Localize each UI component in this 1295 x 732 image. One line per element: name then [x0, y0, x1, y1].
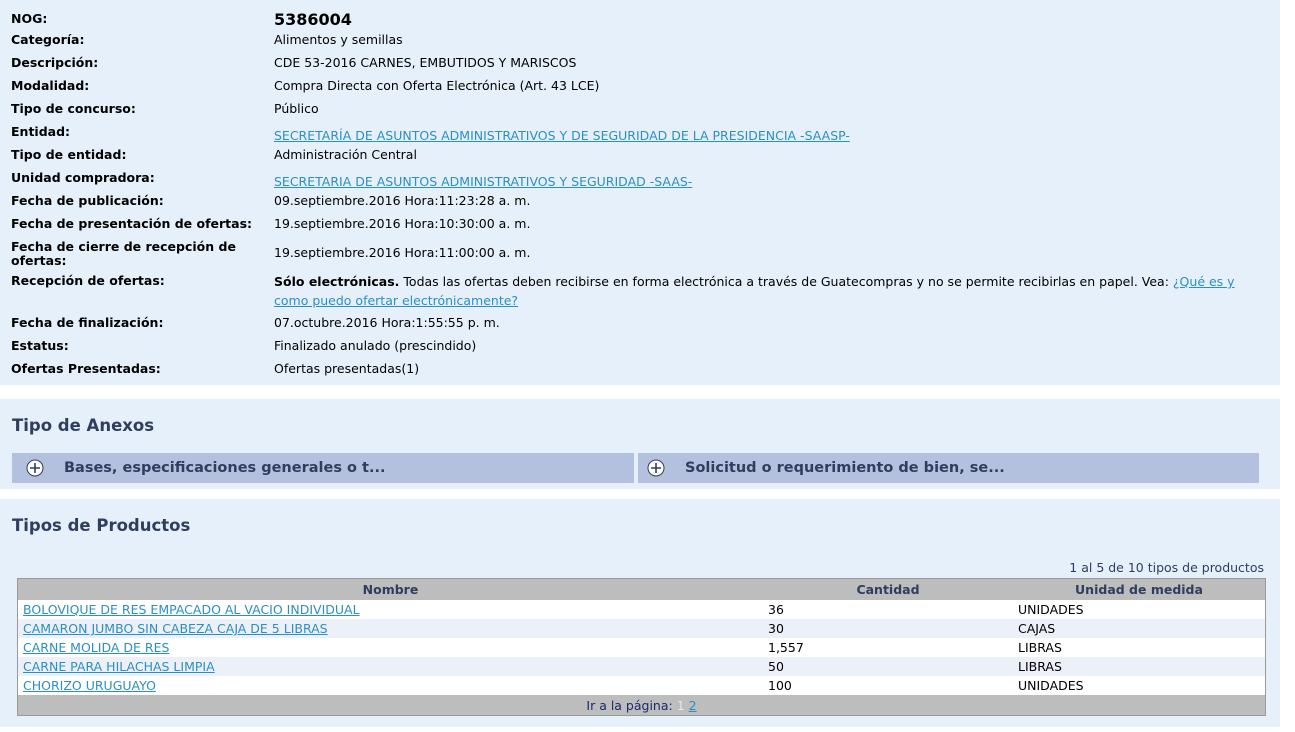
- unidad-cell: LIBRAS: [1013, 657, 1266, 676]
- value-nog: 5386004: [274, 10, 352, 29]
- unidad-compradora-link[interactable]: SECRETARIA DE ASUNTOS ADMINISTRATIVOS Y …: [274, 174, 692, 189]
- pager: Ir a la página: 1 2: [17, 695, 1266, 716]
- header-nombre[interactable]: Nombre: [17, 578, 763, 600]
- unidad-cell: CAJAS: [1013, 619, 1266, 638]
- cantidad-cell: 36: [763, 600, 1013, 619]
- label-tipo-concurso: Tipo de concurso:: [11, 101, 136, 116]
- label-nog: NOG:: [11, 11, 48, 26]
- value-estatus: Finalizado anulado (prescindido): [274, 338, 477, 353]
- label-unidad-compradora: Unidad compradora:: [11, 170, 155, 185]
- unidad-cell: UNIDADES: [1013, 676, 1266, 695]
- productos-panel: Tipos de Productos 1 al 5 de 10 tipos de…: [0, 499, 1280, 727]
- value-tipo-concurso: Público: [274, 101, 319, 116]
- producto-link[interactable]: CARNE PARA HILACHAS LIMPIA: [23, 659, 215, 674]
- label-categoria: Categoría:: [11, 32, 85, 47]
- value-ofertas: Ofertas presentadas(1): [274, 361, 420, 376]
- producto-link[interactable]: CARNE MOLIDA DE RES: [23, 640, 169, 655]
- table-row: CHORIZO URUGUAYO 100 UNIDADES: [17, 676, 1266, 695]
- unidad-cell: LIBRAS: [1013, 638, 1266, 657]
- productos-count: 1 al 5 de 10 tipos de productos: [1069, 560, 1264, 575]
- value-fecha-presentacion: 19.septiembre.2016 Hora:10:30:00 a. m.: [274, 216, 531, 231]
- label-ofertas: Ofertas Presentadas:: [11, 361, 161, 376]
- label-entidad: Entidad:: [11, 124, 71, 139]
- tender-info-panel: NOG: 5386004 Categoría: Alimentos y semi…: [0, 0, 1280, 385]
- productos-table: Nombre Cantidad Unidad de medida BOLOVIQ…: [17, 578, 1266, 716]
- label-fecha-publicacion: Fecha de publicación:: [11, 193, 164, 208]
- table-row: CARNE PARA HILACHAS LIMPIA 50 LIBRAS: [17, 657, 1266, 676]
- table-row: CARNE MOLIDA DE RES 1,557 LIBRAS: [17, 638, 1266, 657]
- entidad-link[interactable]: SECRETARÍA DE ASUNTOS ADMINISTRATIVOS Y …: [274, 128, 850, 143]
- value-fecha-publicacion: 09.septiembre.2016 Hora:11:23:28 a. m.: [274, 193, 531, 208]
- plus-circle-icon: [647, 459, 665, 477]
- value-fecha-finalizacion: 07.octubre.2016 Hora:1:55:55 p. m.: [274, 315, 500, 330]
- anexo-bases-label: Bases, especificaciones generales o t...: [64, 460, 386, 476]
- label-modalidad: Modalidad:: [11, 78, 90, 93]
- anexo-solicitud-accordion[interactable]: Solicitud o requerimiento de bien, se...: [638, 453, 1259, 483]
- pager-page-link[interactable]: 2: [689, 698, 697, 713]
- value-fecha-cierre: 19.septiembre.2016 Hora:11:00:00 a. m.: [274, 245, 531, 260]
- label-descripcion: Descripción:: [11, 55, 99, 70]
- table-header-row: Nombre Cantidad Unidad de medida: [17, 578, 1266, 600]
- productos-title: Tipos de Productos: [12, 516, 191, 535]
- producto-link[interactable]: BOLOVIQUE DE RES EMPACADO AL VACIO INDIV…: [23, 602, 360, 617]
- plus-circle-icon: [26, 459, 44, 477]
- recepcion-text: Todas las ofertas deben recibirse en for…: [403, 274, 1169, 289]
- value-categoria: Alimentos y semillas: [274, 32, 403, 47]
- header-unidad[interactable]: Unidad de medida: [1013, 578, 1266, 600]
- label-estatus: Estatus:: [11, 338, 69, 353]
- header-cantidad[interactable]: Cantidad: [763, 578, 1013, 600]
- pager-row: Ir a la página: 1 2: [17, 695, 1266, 716]
- anexo-solicitud-label: Solicitud o requerimiento de bien, se...: [685, 460, 1005, 476]
- value-recepcion: Sólo electrónicas. Todas las ofertas deb…: [274, 272, 1249, 310]
- label-fecha-cierre: Fecha de cierre de recepción de ofertas:: [11, 239, 236, 268]
- producto-link[interactable]: CAMARON JUMBO SIN CABEZA CAJA DE 5 LIBRA…: [23, 621, 328, 636]
- label-tipo-entidad: Tipo de entidad:: [11, 147, 127, 162]
- cantidad-cell: 50: [763, 657, 1013, 676]
- label-fecha-presentacion: Fecha de presentación de ofertas:: [11, 216, 253, 231]
- recepcion-bold: Sólo electrónicas.: [274, 274, 400, 289]
- value-modalidad: Compra Directa con Oferta Electrónica (A…: [274, 78, 600, 93]
- cantidad-cell: 1,557: [763, 638, 1013, 657]
- pager-label: Ir a la página:: [586, 697, 673, 713]
- pager-page-current: 1: [676, 697, 685, 713]
- anexo-bases-accordion[interactable]: Bases, especificaciones generales o t...: [12, 453, 634, 483]
- producto-link[interactable]: CHORIZO URUGUAYO: [23, 678, 156, 693]
- table-row: BOLOVIQUE DE RES EMPACADO AL VACIO INDIV…: [17, 600, 1266, 619]
- label-recepcion: Recepción de ofertas:: [11, 273, 165, 288]
- table-row: CAMARON JUMBO SIN CABEZA CAJA DE 5 LIBRA…: [17, 619, 1266, 638]
- anexos-panel: Tipo de Anexos Bases, especificaciones g…: [0, 399, 1280, 489]
- value-tipo-entidad: Administración Central: [274, 147, 417, 162]
- label-fecha-finalizacion: Fecha de finalización:: [11, 315, 164, 330]
- value-descripcion: CDE 53-2016 CARNES, EMBUTIDOS Y MARISCOS: [274, 55, 577, 70]
- anexos-title: Tipo de Anexos: [12, 416, 155, 435]
- cantidad-cell: 30: [763, 619, 1013, 638]
- unidad-cell: UNIDADES: [1013, 600, 1266, 619]
- cantidad-cell: 100: [763, 676, 1013, 695]
